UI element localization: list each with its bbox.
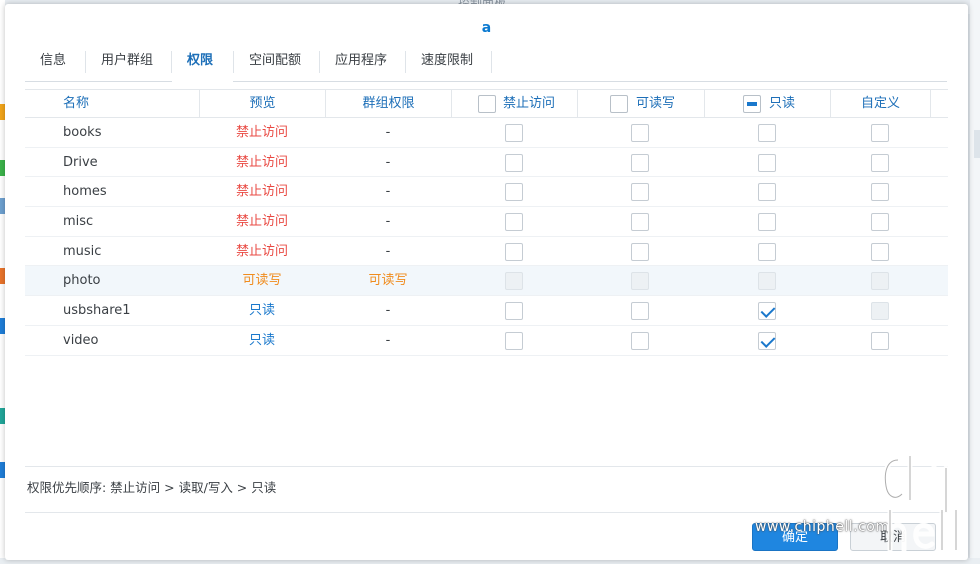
priority-note: 权限优先顺序: 禁止访问 > 读取/写入 > 只读 — [27, 480, 277, 495]
deny-checkbox[interactable] — [505, 242, 523, 261]
custom-checkbox[interactable] — [871, 124, 889, 142]
table-header: 名称 预览 群组权限 禁止访问 可读写 只读 自定义 — [25, 89, 948, 118]
row-name: usbshare1 — [63, 303, 131, 319]
row-preview: 只读 — [248, 332, 275, 348]
row-group-permission: - — [385, 214, 391, 230]
header-name[interactable]: 名称 — [63, 90, 198, 117]
header-group-permission[interactable]: 群组权限 — [325, 90, 451, 117]
ro-checkbox-checked[interactable] — [758, 302, 776, 321]
custom-checkbox — [871, 302, 889, 321]
tab-speed-limit[interactable]: 速度限制 — [406, 46, 492, 81]
permission-dialog: a 信息 用户群组 权限 空间配额 应用程序 速度限制 名称 预览 群组权限 禁… — [5, 4, 968, 560]
header-preview[interactable]: 预览 — [199, 90, 325, 117]
rw-checkbox[interactable] — [631, 183, 649, 202]
dialog-title: a — [481, 20, 492, 36]
header-custom[interactable]: 自定义 — [830, 90, 930, 117]
row-name: music — [63, 243, 102, 259]
tab-user-groups[interactable]: 用户群组 — [86, 46, 172, 81]
custom-checkbox[interactable] — [871, 213, 889, 232]
custom-checkbox[interactable] — [871, 183, 889, 202]
custom-checkbox[interactable] — [871, 331, 889, 350]
table-row[interactable]: photo 可读写 可读写 — [25, 266, 948, 297]
tab-label: 用户群组 — [101, 53, 154, 68]
ro-checkbox[interactable] — [758, 213, 776, 232]
header-rw-label: 可读写 — [636, 96, 676, 111]
deny-checkbox[interactable] — [505, 124, 523, 142]
tab-quota[interactable]: 空间配额 — [234, 46, 320, 81]
row-preview: 只读 — [248, 303, 275, 319]
header-deny-label: 禁止访问 — [503, 96, 556, 111]
rw-checkbox — [631, 272, 649, 291]
chiphell-watermark-logo — [882, 453, 967, 553]
row-name: Drive — [63, 154, 98, 170]
row-preview: 禁止访问 — [235, 154, 288, 170]
custom-checkbox[interactable] — [871, 153, 889, 172]
ro-checkbox[interactable] — [758, 183, 776, 202]
ro-checkbox[interactable] — [758, 242, 776, 261]
deny-checkbox — [505, 272, 523, 291]
background-right-panel — [974, 130, 980, 158]
custom-checkbox[interactable] — [871, 242, 889, 261]
table-row[interactable]: usbshare1 只读 - — [25, 296, 948, 326]
permission-table: 名称 预览 群组权限 禁止访问 可读写 只读 自定义 books 禁止访问 - — [25, 89, 948, 356]
row-group-permission: - — [385, 303, 391, 319]
header-deny-checkbox[interactable] — [478, 95, 496, 113]
header-ro-checkbox[interactable] — [743, 95, 761, 113]
rw-checkbox[interactable] — [631, 213, 649, 232]
watermark-url: www.chiphell.com — [755, 519, 890, 535]
tab-label: 权限 — [187, 53, 214, 68]
row-group-permission: - — [385, 243, 391, 259]
row-group-permission: - — [385, 332, 391, 348]
ro-checkbox — [758, 272, 776, 291]
tab-label: 信息 — [40, 53, 67, 68]
row-name: homes — [63, 184, 107, 200]
rw-checkbox[interactable] — [631, 153, 649, 172]
rw-checkbox[interactable] — [631, 302, 649, 321]
header-ro — [704, 90, 830, 117]
row-name: video — [63, 332, 99, 348]
rw-checkbox[interactable] — [631, 331, 649, 350]
row-preview: 禁止访问 — [235, 125, 288, 140]
deny-checkbox[interactable] — [505, 331, 523, 350]
table-row[interactable]: books 禁止访问 - — [25, 118, 948, 148]
row-name: misc — [63, 214, 94, 230]
row-preview: 禁止访问 — [235, 214, 288, 230]
table-row[interactable]: Drive 禁止访问 - — [25, 148, 948, 178]
custom-checkbox — [871, 272, 889, 291]
rw-checkbox[interactable] — [631, 124, 649, 142]
header-spacer — [930, 90, 948, 117]
header-ro-label: 只读 — [769, 96, 796, 111]
table-row[interactable]: homes 禁止访问 - — [25, 177, 948, 208]
ro-checkbox[interactable] — [758, 124, 776, 142]
rw-checkbox[interactable] — [631, 242, 649, 261]
row-preview: 禁止访问 — [235, 243, 288, 259]
ro-checkbox-checked[interactable] — [758, 331, 776, 350]
tab-label: 速度限制 — [421, 53, 474, 68]
header-rw-checkbox[interactable] — [610, 95, 628, 113]
divider — [25, 466, 948, 467]
row-group-permission: - — [385, 154, 391, 170]
row-group-permission: - — [385, 125, 391, 140]
table-row[interactable]: video 只读 - — [25, 326, 948, 356]
tab-applications[interactable]: 应用程序 — [320, 46, 406, 81]
ro-checkbox[interactable] — [758, 153, 776, 172]
deny-checkbox[interactable] — [505, 213, 523, 232]
tab-label: 空间配额 — [249, 53, 302, 68]
row-name: photo — [63, 273, 101, 289]
table-row[interactable]: music 禁止访问 - — [25, 237, 948, 267]
deny-checkbox[interactable] — [505, 153, 523, 172]
tab-info[interactable]: 信息 — [25, 46, 86, 81]
tab-permissions[interactable]: 权限 — [172, 46, 234, 82]
deny-checkbox[interactable] — [505, 302, 523, 321]
row-name: books — [63, 125, 102, 140]
tab-label: 应用程序 — [335, 53, 388, 68]
row-preview: 可读写 — [242, 273, 282, 289]
row-group-permission: 可读写 — [368, 273, 408, 289]
divider — [25, 512, 948, 513]
deny-checkbox[interactable] — [505, 183, 523, 202]
row-preview: 禁止访问 — [235, 184, 288, 200]
table-row[interactable]: misc 禁止访问 - — [25, 207, 948, 237]
tab-bar: 信息 用户群组 权限 空间配额 应用程序 速度限制 — [25, 46, 947, 82]
row-group-permission: - — [385, 184, 391, 200]
